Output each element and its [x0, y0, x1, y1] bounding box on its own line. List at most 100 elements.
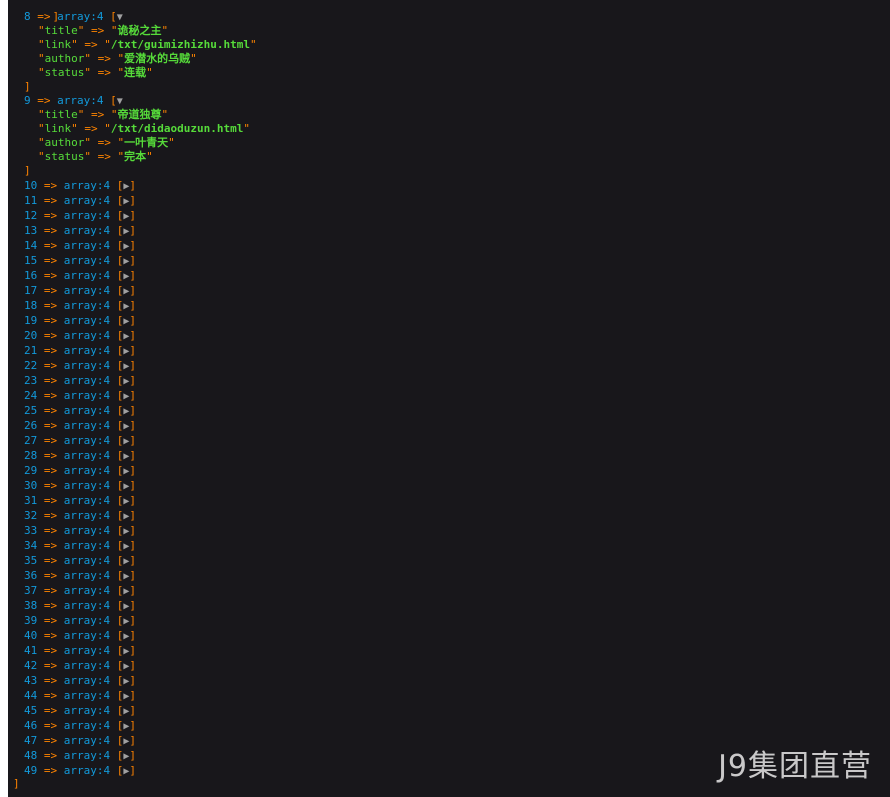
array-index: 42 [24, 659, 38, 672]
arrow-operator: => [43, 584, 58, 597]
arrow-operator: => [43, 284, 58, 297]
collapsed-array-entry: 39 => array:4 [▶] [24, 614, 136, 629]
collapsed-array-entry: 17 => array:4 [▶] [24, 284, 136, 299]
var-dump-panel: ] 8 => array:4 [▼ "title" => "诡秘之主" "link"… [8, 0, 890, 797]
close-bracket: ] [129, 509, 137, 522]
close-bracket: ] [129, 614, 137, 627]
array-field: "status" => "完本" [38, 150, 153, 164]
arrow-operator: => [43, 404, 58, 417]
array-type-label: array:4 [63, 404, 111, 417]
arrow-operator: => [43, 614, 58, 627]
collapsed-array-entry: 46 => array:4 [▶] [24, 719, 136, 734]
arrow-operator: => [43, 239, 58, 252]
field-key: link [44, 38, 72, 51]
array-entry-header: 9 => array:4 [▼ [24, 94, 123, 109]
array-type-label: array:4 [63, 659, 111, 672]
array-index: 14 [24, 239, 38, 252]
arrow-operator: => [97, 150, 111, 163]
quote: " [38, 150, 45, 163]
close-bracket: ] [129, 494, 137, 507]
array-type-label: array:4 [63, 479, 111, 492]
array-index: 19 [24, 314, 38, 327]
array-index: 27 [24, 434, 38, 447]
close-bracket: ] [129, 314, 137, 327]
close-bracket: ] [129, 179, 137, 192]
array-index: 37 [24, 584, 38, 597]
arrow-operator: => [43, 224, 58, 237]
array-type-label: array:4 [63, 269, 111, 282]
arrow-operator: => [91, 24, 105, 37]
arrow-operator: => [43, 734, 58, 747]
final-bracket-glyph: ] [13, 777, 20, 790]
close-bracket: ] [129, 299, 137, 312]
arrow-operator: => [43, 194, 58, 207]
arrow-operator: => [43, 269, 58, 282]
collapsed-array-entry: 32 => array:4 [▶] [24, 509, 136, 524]
close-bracket: ] [129, 569, 137, 582]
arrow-operator: => [43, 299, 58, 312]
arrow-operator: => [43, 554, 58, 567]
field-key: status [44, 66, 85, 79]
collapsed-array-entry: 10 => array:4 [▶] [24, 179, 136, 194]
field-value: 诡秘之主 [117, 24, 162, 37]
array-field: "link" => "/txt/guimizhizhu.html" [38, 38, 257, 52]
field-value: 一叶青天 [124, 136, 169, 149]
array-type-label: array:4 [63, 299, 111, 312]
quote: " [104, 122, 111, 135]
field-key: author [44, 52, 85, 65]
watermark: J9集团直营 [718, 749, 872, 784]
array-index: 45 [24, 704, 38, 717]
collapsed-array-entry: 42 => array:4 [▶] [24, 659, 136, 674]
close-bracket: ] [129, 689, 137, 702]
collapsed-array-entry: 29 => array:4 [▶] [24, 464, 136, 479]
arrow-operator: => [43, 329, 58, 342]
collapsed-array-entry: 26 => array:4 [▶] [24, 419, 136, 434]
array-type-label: array:4 [63, 254, 111, 267]
array-index: 49 [24, 764, 38, 777]
arrow-operator: => [97, 66, 111, 79]
array-type-label: array:4 [63, 749, 111, 762]
array-type-label: array:4 [63, 464, 111, 477]
array-type-label: array:4 [63, 344, 111, 357]
close-bracket: ] [129, 419, 137, 432]
expanded-toggle-icon[interactable]: ▼ [117, 96, 123, 107]
field-key: link [44, 122, 72, 135]
collapsed-array-entry: 37 => array:4 [▶] [24, 584, 136, 599]
array-type-label: array:4 [63, 329, 111, 342]
expanded-toggle-icon[interactable]: ▼ [117, 12, 123, 23]
arrow-operator: => [43, 314, 58, 327]
close-bracket-glyph: ] [24, 164, 31, 177]
array-index: 33 [24, 524, 38, 537]
arrow-operator: => [43, 359, 58, 372]
field-key: author [44, 136, 85, 149]
array-type-label: array:4 [63, 419, 111, 432]
arrow-operator: => [43, 659, 58, 672]
close-bracket: ] [129, 479, 137, 492]
array-type-label: array:4 [63, 374, 111, 387]
quote: " [38, 108, 45, 121]
array-type-label: array:4 [63, 359, 111, 372]
array-type-label: array:4 [63, 194, 111, 207]
quote: " [249, 38, 257, 51]
array-index: 12 [24, 209, 38, 222]
array-type-label: array:4 [63, 509, 111, 522]
arrow-operator: => [43, 179, 58, 192]
close-bracket: ] [129, 224, 137, 237]
array-index: 38 [24, 599, 38, 612]
arrow-operator: => [43, 719, 58, 732]
array-field: "author" => "爱潜水的乌贼" [38, 52, 197, 66]
arrow-operator: => [43, 389, 58, 402]
close-bracket: ] [129, 704, 137, 717]
collapsed-array-entry: 48 => array:4 [▶] [24, 749, 136, 764]
quote: " [190, 52, 197, 65]
quote: " [77, 24, 85, 37]
field-value: 连载 [124, 66, 147, 79]
array-index: 15 [24, 254, 38, 267]
collapsed-array-entry: 19 => array:4 [▶] [24, 314, 136, 329]
quote: " [146, 150, 153, 163]
close-bracket: ] [129, 734, 137, 747]
collapsed-array-entry: 27 => array:4 [▶] [24, 434, 136, 449]
collapsed-array-entry: 47 => array:4 [▶] [24, 734, 136, 749]
close-bracket: ] [24, 80, 31, 94]
arrow-operator: => [97, 136, 111, 149]
